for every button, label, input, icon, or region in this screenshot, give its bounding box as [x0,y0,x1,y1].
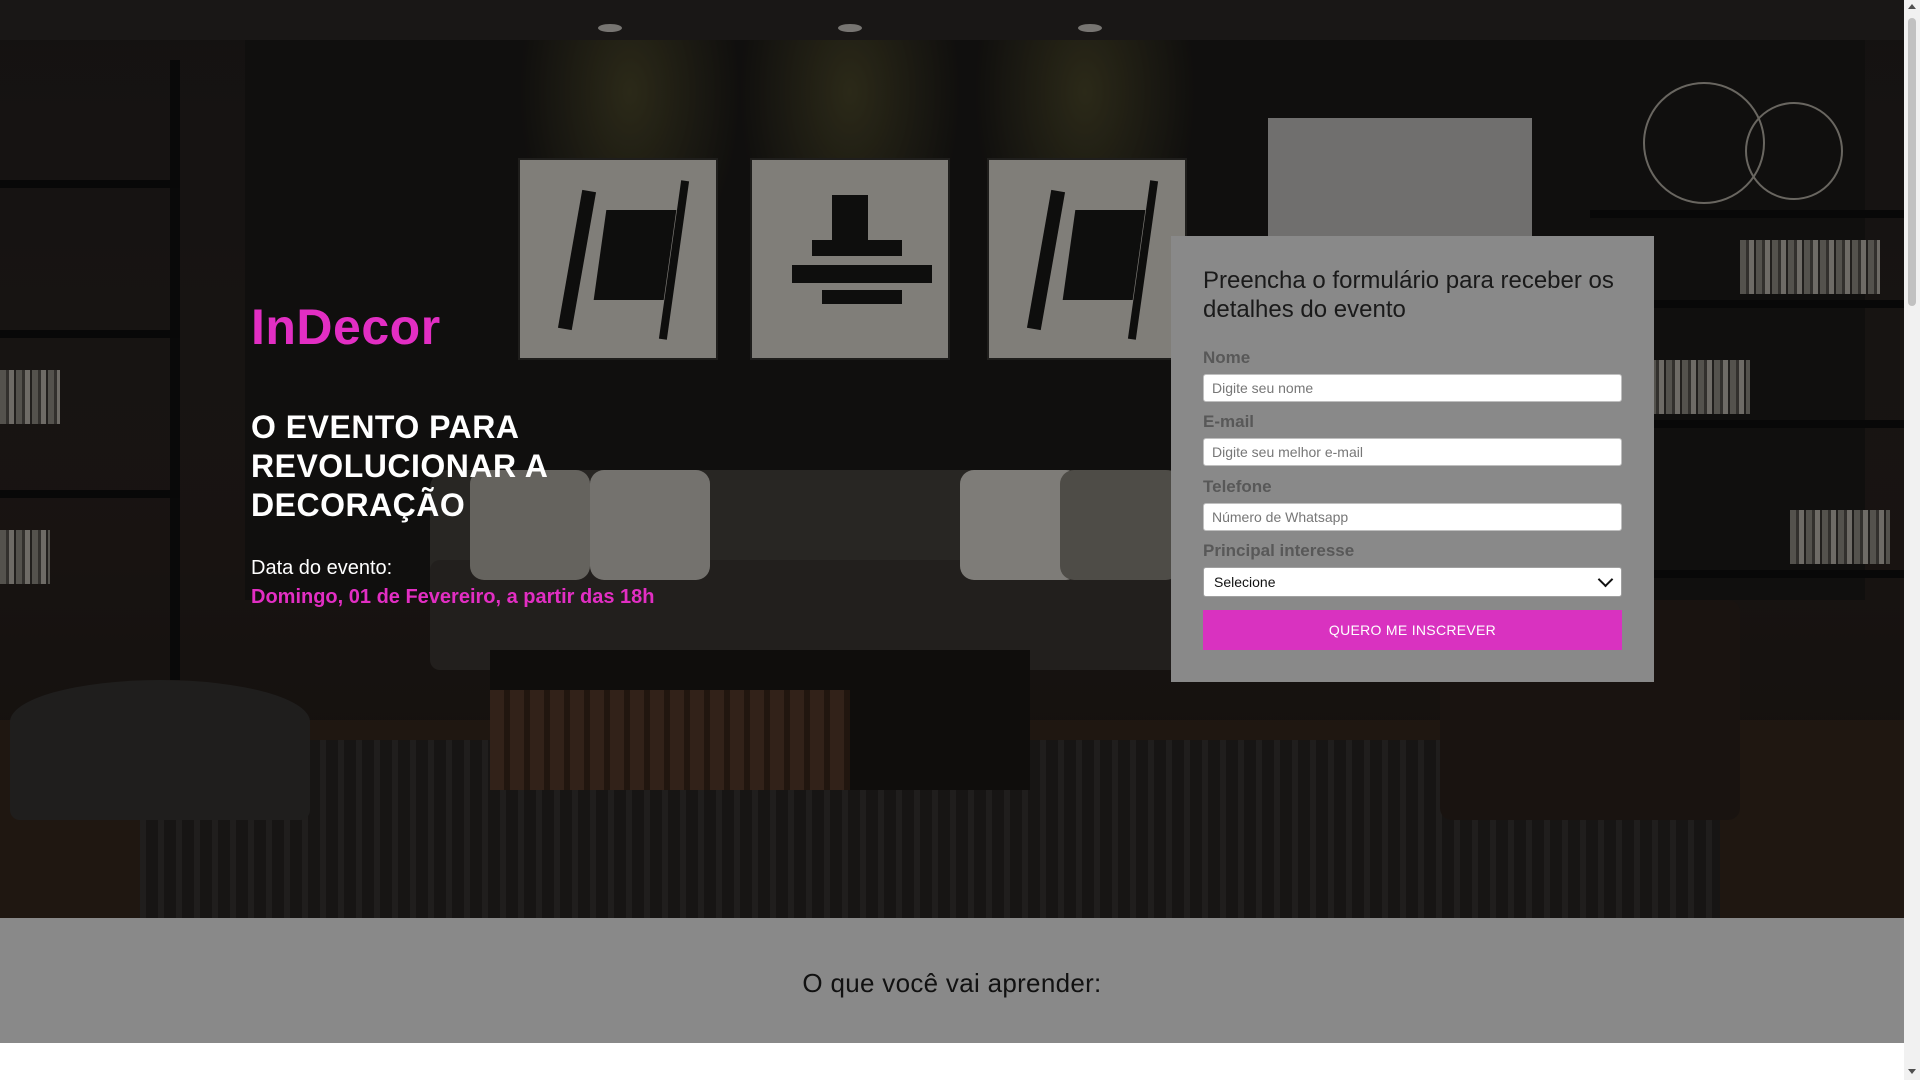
interest-select[interactable]: Selecione [1203,567,1622,597]
event-date-value: Domingo, 01 de Fevereiro, a partir das 1… [251,586,655,608]
hero-headline: O EVENTO PARA REVOLUCIONAR A DECORAÇÃO [251,409,548,523]
page-scrollbar[interactable] [1904,0,1920,1080]
scroll-up-arrow-icon[interactable] [1908,4,1916,9]
signup-form: Preencha o formulário para receber os de… [1171,236,1654,682]
email-input[interactable] [1203,438,1622,466]
scroll-down-arrow-icon[interactable] [1908,1069,1916,1074]
form-title: Preencha o formulário para receber os de… [1203,267,1614,323]
subscribe-button[interactable]: QUERO ME INSCREVER [1203,610,1622,650]
name-label: Nome [1203,348,1251,367]
email-label: E-mail [1203,412,1255,431]
event-date-label: Data do evento: [251,557,393,579]
learn-section: O que você vai aprender: [0,918,1904,1043]
interest-select-value: Selecione [1214,574,1276,590]
phone-input[interactable] [1203,503,1622,531]
hero-section: InDecor O EVENTO PARA REVOLUCIONAR A DEC… [0,0,1904,918]
scrollbar-thumb[interactable] [1908,18,1916,306]
brand-logo-text: InDecor [251,299,441,355]
learn-section-title: O que você vai aprender: [802,968,1102,998]
interest-label: Principal interesse [1203,541,1355,560]
phone-label: Telefone [1203,477,1272,496]
name-input[interactable] [1203,374,1622,402]
chevron-down-icon [1597,571,1614,588]
